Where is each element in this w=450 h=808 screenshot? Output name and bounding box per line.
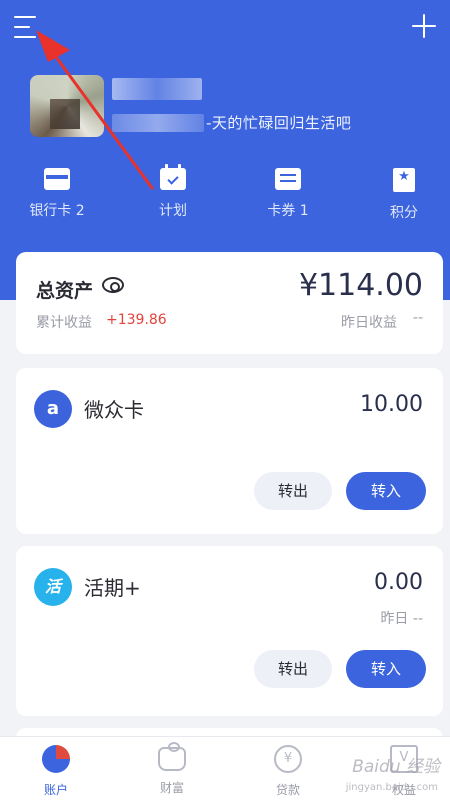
current-deposit-icon: 活	[34, 568, 72, 606]
product-card-weizhong[interactable]: a 微众卡 10.00 转出 转入	[16, 368, 443, 534]
tab-loan[interactable]: ¥ 贷款	[248, 745, 328, 798]
quick-link-label: 卡券 1	[267, 203, 309, 219]
quick-link-label: 银行卡 2	[29, 203, 85, 219]
quick-link-label: 计划	[159, 203, 187, 219]
yesterday-earnings-label: 昨日收益	[341, 315, 397, 331]
transfer-in-button[interactable]: 转入	[346, 472, 426, 510]
yen-coin-icon: ¥	[274, 745, 302, 773]
product-value: 10.00	[360, 392, 423, 417]
total-assets-card[interactable]: 总资产 ¥114.00 累计收益 +139.86 昨日收益 --	[16, 252, 443, 354]
annotation-arrow	[36, 30, 154, 190]
tab-account[interactable]: 账户	[16, 745, 96, 798]
cumulative-earnings-label: 累计收益	[36, 315, 92, 331]
add-icon[interactable]	[410, 12, 438, 40]
product-name: 微众卡	[84, 398, 144, 422]
tab-label: 贷款	[275, 783, 300, 797]
eye-icon[interactable]	[102, 277, 124, 293]
watermark-url: jingyan.baidu.com	[345, 782, 438, 793]
watermark: Baidu 经验	[352, 757, 440, 777]
cumulative-earnings-value: +139.86	[106, 312, 167, 328]
coupon-icon	[275, 168, 301, 190]
product-card-current-plus[interactable]: 活 活期+ 0.00 昨日 -- 转出 转入	[16, 546, 443, 716]
tab-label: 财富	[159, 781, 184, 795]
tab-label: 账户	[43, 783, 68, 797]
transfer-out-button[interactable]: 转出	[254, 472, 332, 510]
yesterday-earnings-value: --	[412, 310, 423, 326]
product-yesterday: 昨日 --	[380, 611, 423, 627]
product-value: 0.00	[374, 570, 423, 595]
total-assets-title: 总资产	[36, 280, 94, 302]
weizhong-card-icon: a	[34, 390, 72, 428]
money-bag-icon	[158, 742, 186, 771]
pie-chart-icon	[42, 745, 70, 773]
quick-link-points[interactable]: 积分	[359, 168, 449, 222]
product-name: 活期+	[84, 576, 141, 600]
calendar-check-icon	[160, 164, 186, 190]
quick-link-label: 积分	[390, 205, 418, 221]
points-star-icon	[393, 168, 415, 192]
quick-link-coupon[interactable]: 卡券 1	[243, 168, 333, 220]
greeting-text: -天的忙碌回归生活吧	[206, 114, 352, 132]
tab-wealth[interactable]: 财富	[132, 742, 212, 796]
total-assets-amount: ¥114.00	[298, 268, 423, 303]
transfer-in-button[interactable]: 转入	[346, 650, 426, 688]
transfer-out-button[interactable]: 转出	[254, 650, 332, 688]
